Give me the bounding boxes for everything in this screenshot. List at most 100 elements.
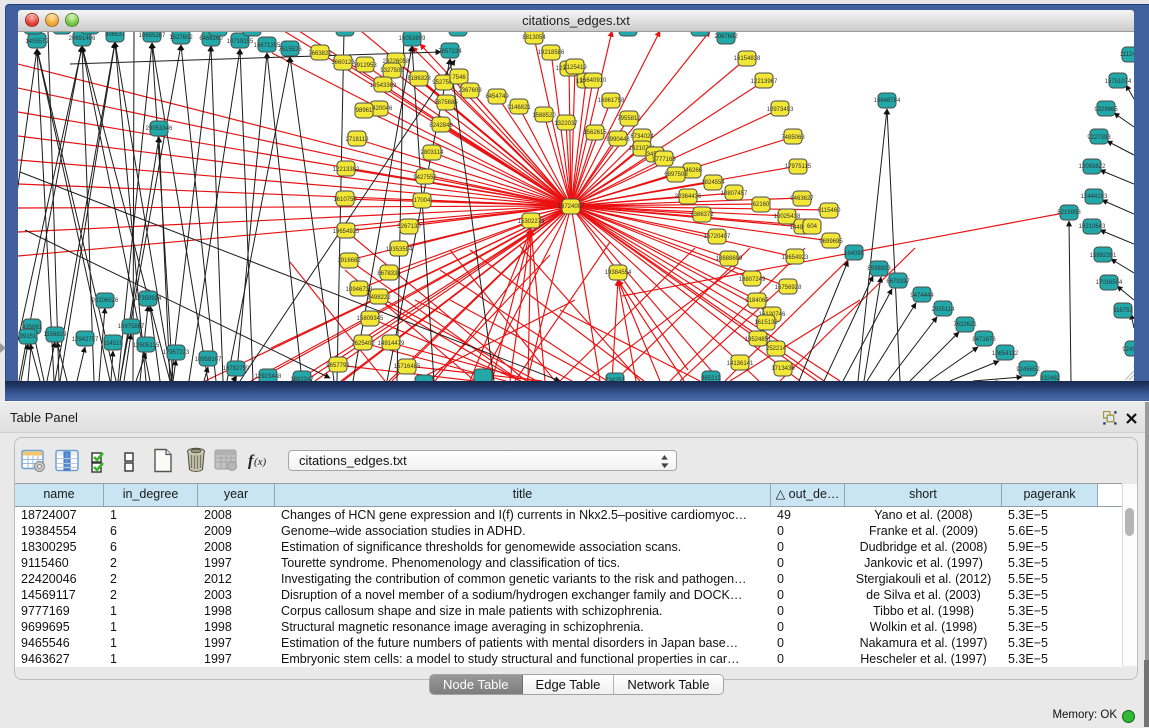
svg-text:2803114: 2803114 [421, 150, 445, 156]
svg-text:1112453: 1112453 [1120, 52, 1134, 58]
svg-text:39151: 39151 [20, 334, 37, 340]
svg-text:8813054: 8813054 [522, 35, 546, 41]
svg-text:9427552: 9427552 [413, 175, 437, 181]
svg-text:12942757: 12942757 [72, 337, 99, 343]
svg-text:8678334: 8678334 [377, 271, 401, 277]
svg-text:2087682: 2087682 [714, 34, 738, 40]
svg-text:1713436: 1713436 [771, 366, 795, 372]
svg-text:16961758: 16961758 [598, 98, 625, 104]
svg-text:9115460: 9115460 [818, 208, 842, 214]
svg-text:19353594: 19353594 [386, 247, 413, 253]
svg-text:9777169: 9777169 [652, 157, 676, 163]
svg-text:16053809: 16053809 [399, 36, 426, 42]
svg-text:1527602: 1527602 [169, 35, 193, 41]
svg-text:8215958: 8215958 [1057, 210, 1081, 216]
svg-text:10210643: 10210643 [1079, 224, 1106, 230]
svg-text:2935114: 2935114 [932, 307, 956, 313]
svg-text:16671355: 16671355 [254, 43, 281, 49]
svg-text:7663822: 7663822 [308, 51, 332, 57]
svg-text:16154838: 16154838 [734, 56, 761, 62]
svg-text:15302273: 15302273 [518, 219, 545, 225]
svg-text:1615132: 1615132 [754, 320, 778, 326]
svg-text:8242848: 8242848 [429, 123, 453, 129]
svg-text:3267130: 3267130 [397, 224, 421, 230]
svg-text:12505135: 12505135 [133, 343, 160, 349]
svg-text:7632621: 7632621 [953, 322, 977, 328]
svg-text:17004: 17004 [414, 198, 431, 204]
svg-text:15716485: 15716485 [394, 364, 421, 370]
svg-text:9474444: 9474444 [910, 293, 934, 299]
svg-text:7625402: 7625402 [351, 341, 375, 347]
svg-text:18724007: 18724007 [558, 204, 585, 210]
svg-text:6466160: 6466160 [199, 36, 223, 42]
svg-text:2367608: 2367608 [458, 88, 482, 94]
svg-text:10973493: 10973493 [767, 107, 794, 113]
svg-text:7955812: 7955812 [617, 116, 641, 122]
svg-text:9245652: 9245652 [1016, 367, 1040, 373]
svg-text:13654923: 13654923 [782, 255, 809, 261]
svg-text:8186328: 8186328 [407, 76, 431, 82]
svg-text:10655287: 10655287 [139, 33, 166, 39]
svg-text:1916682: 1916682 [337, 258, 361, 264]
svg-text:8454749: 8454749 [485, 94, 509, 100]
svg-text:12213967: 12213967 [751, 79, 778, 85]
svg-text:19218586: 19218586 [538, 50, 565, 56]
svg-text:(x): (x) [254, 456, 267, 468]
svg-text:1588520: 1588520 [532, 113, 556, 119]
svg-text:164095: 164095 [844, 251, 865, 257]
svg-text:1562615: 1562615 [583, 130, 607, 136]
svg-text:16756928: 16756928 [775, 285, 802, 291]
svg-text:1610755: 1610755 [333, 197, 357, 203]
svg-text:20691406: 20691406 [69, 36, 96, 42]
svg-text:15892391: 15892391 [1090, 253, 1117, 259]
svg-text:8938923: 8938923 [867, 266, 891, 272]
svg-text:114519: 114519 [103, 341, 123, 347]
svg-text:15720407: 15720407 [704, 234, 731, 240]
svg-text:12444193: 12444193 [1081, 194, 1108, 200]
svg-text:604: 604 [807, 224, 818, 230]
svg-text:17975115: 17975115 [785, 164, 812, 170]
svg-text:9657791: 9657791 [326, 363, 350, 369]
svg-text:12213382: 12213382 [333, 167, 360, 173]
svg-text:7857234: 7857234 [438, 49, 462, 55]
svg-text:9329965: 9329965 [1094, 107, 1118, 113]
svg-text:6897508: 6897508 [664, 172, 688, 178]
svg-text:10958107: 10958107 [195, 357, 222, 363]
svg-text:12923448: 12923448 [255, 374, 282, 380]
svg-text:16640910: 16640910 [580, 78, 607, 84]
svg-text:1322037: 1322037 [554, 121, 578, 127]
svg-text:2718119: 2718119 [346, 137, 370, 143]
svg-text:10807457: 10807457 [721, 191, 748, 197]
svg-text:6679197: 6679197 [886, 279, 910, 285]
svg-text:9146821: 9146821 [507, 105, 531, 111]
svg-text:1405572: 1405572 [25, 39, 49, 45]
svg-text:7546: 7546 [452, 75, 466, 81]
svg-text:10688609: 10688609 [716, 256, 743, 262]
svg-text:1824554: 1824554 [701, 180, 725, 186]
svg-text:18807249: 18807249 [739, 277, 766, 283]
svg-text:10543362: 10543362 [370, 83, 397, 89]
svg-text:116753: 116753 [1113, 308, 1133, 314]
svg-text:3660123: 3660123 [331, 60, 355, 66]
svg-text:14914479: 14914479 [378, 341, 405, 347]
svg-text:10719155: 10719155 [227, 39, 254, 45]
svg-text:5875685: 5875685 [434, 100, 458, 106]
svg-text:20364436: 20364436 [675, 194, 702, 200]
svg-text:7386372: 7386372 [690, 212, 714, 218]
svg-text:8990448: 8990448 [606, 137, 630, 143]
svg-text:14136141: 14136141 [727, 361, 754, 367]
svg-text:29053346: 29053346 [146, 126, 173, 132]
svg-text:9463627: 9463627 [790, 196, 814, 202]
svg-text:16782759: 16782759 [223, 366, 250, 372]
svg-text:9245093: 9245093 [1122, 347, 1134, 353]
svg-text:9699695: 9699695 [819, 239, 843, 245]
svg-text:252214: 252214 [766, 346, 787, 352]
svg-text:2125419: 2125419 [563, 65, 587, 71]
svg-text:7515526: 7515526 [278, 47, 302, 53]
svg-text:17016504: 17016504 [1096, 280, 1123, 286]
svg-text:62160: 62160 [753, 202, 770, 208]
svg-text:9327505: 9327505 [380, 68, 404, 74]
svg-text:10946738: 10946738 [346, 287, 373, 293]
svg-text:9184067: 9184067 [745, 298, 769, 304]
svg-text:10975867: 10975867 [118, 324, 145, 330]
